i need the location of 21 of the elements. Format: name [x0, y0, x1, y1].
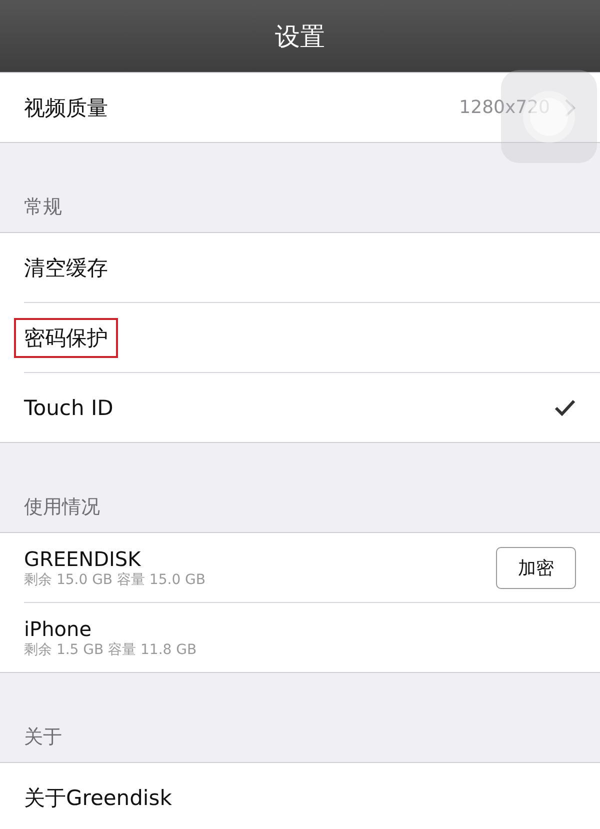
section-title: 常规 — [24, 195, 62, 220]
settings-row[interactable]: 关于Greendisk — [0, 763, 600, 829]
storage-info: 剩余 1.5 GB 容量 11.8 GB — [24, 640, 198, 658]
device-name: iPhone — [24, 616, 93, 640]
screen-title: 设置 — [275, 20, 325, 52]
settings-row[interactable]: 清空缓存 — [0, 233, 600, 303]
encrypt-button[interactable]: 加密 — [496, 546, 576, 588]
row-label: 清空缓存 — [23, 254, 109, 282]
storage-info: 剩余 15.0 GB 容量 15.0 GB — [24, 570, 207, 588]
row-label: Touch ID — [23, 394, 114, 422]
settings-row[interactable]: GREENDISK 剩余 15.0 GB 容量 15.0 GB 加密 — [0, 533, 600, 603]
settings-row[interactable]: 密码保护 — [0, 303, 600, 373]
settings-row[interactable]: iPhone 剩余 1.5 GB 容量 11.8 GB — [0, 603, 600, 672]
device-name: GREENDISK — [24, 546, 142, 570]
chevron-icon — [564, 98, 576, 118]
settings-row[interactable]: Touch ID — [0, 373, 600, 442]
section-title: 使用情况 — [24, 495, 100, 520]
row-label: 密码保护 — [14, 318, 118, 358]
row-label: 关于Greendisk — [23, 784, 173, 812]
section-title: 关于 — [24, 725, 62, 750]
row-label: 视频质量 — [23, 94, 109, 122]
